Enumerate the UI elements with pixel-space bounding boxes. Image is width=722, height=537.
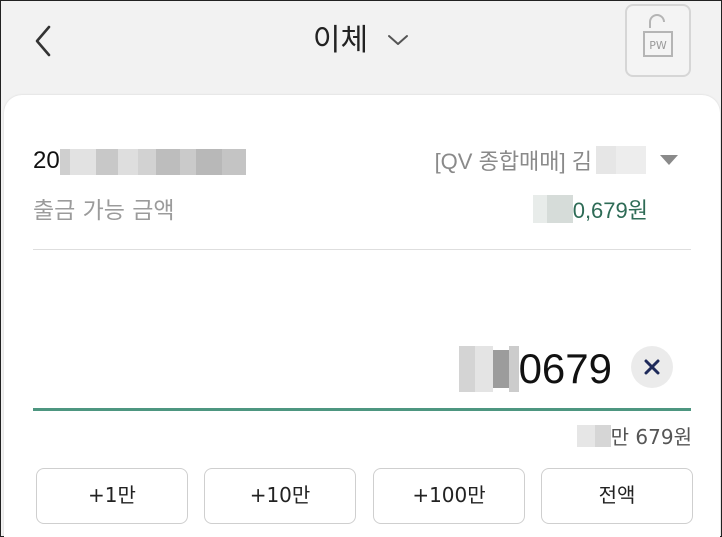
masked-owner-name	[596, 146, 646, 174]
amount-in-korean: 만 679원	[576, 421, 692, 450]
clear-amount-button[interactable]	[631, 346, 673, 388]
available-amount-label: 출금 가능 금액	[33, 198, 175, 224]
header-bar: 이체 PW	[1, 1, 721, 91]
available-amount-value: 0,679원	[572, 198, 648, 223]
masked-amount-digits	[458, 346, 519, 392]
close-icon	[644, 359, 660, 375]
available-amount: 0,679원	[532, 193, 648, 225]
add-1000000-button[interactable]: +100만	[373, 468, 525, 524]
masked-korean-amount	[576, 424, 611, 447]
transfer-amount-input[interactable]: 0679	[458, 345, 612, 393]
transfer-card: 20 [QV 종합매매] 김 출금 가능 금액 0,679원 0679 만 67…	[4, 95, 720, 537]
unlock-icon: PW	[643, 14, 673, 57]
section-divider	[33, 249, 691, 250]
page-title: 이체	[312, 23, 369, 58]
account-number: 20	[33, 147, 246, 175]
password-lock-button[interactable]: PW	[625, 4, 691, 77]
dropdown-triangle-icon	[660, 155, 678, 165]
transfer-amount-value: 0679	[518, 345, 612, 392]
chevron-down-icon	[388, 35, 409, 45]
quick-amount-buttons: +1만 +10만 +100만 전액	[36, 468, 696, 526]
account-number-prefix: 20	[33, 147, 60, 174]
add-100000-button[interactable]: +10만	[204, 468, 356, 524]
title-dropdown[interactable]: 이체	[1, 15, 721, 59]
amount-input-underline	[33, 408, 691, 411]
account-type-label: [QV 종합매매] 김	[434, 149, 592, 174]
full-amount-button[interactable]: 전액	[541, 468, 693, 524]
account-selector[interactable]: [QV 종합매매] 김	[435, 143, 680, 177]
masked-available-digits	[532, 195, 573, 223]
pw-label: PW	[649, 39, 667, 52]
add-10000-button[interactable]: +1만	[36, 468, 188, 524]
amount-in-korean-value: 만 679원	[610, 425, 692, 449]
masked-account-digits	[59, 148, 246, 175]
